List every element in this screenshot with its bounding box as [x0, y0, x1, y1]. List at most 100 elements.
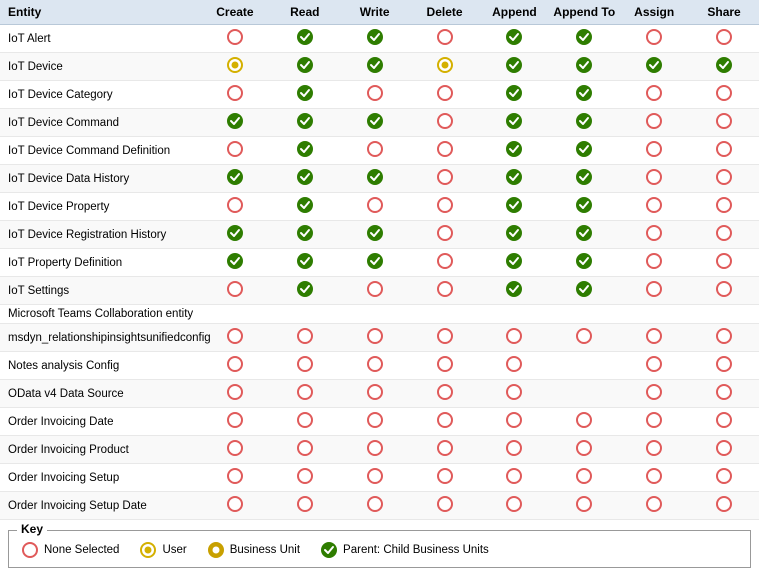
delete-cell[interactable]: [410, 436, 480, 464]
appendTo-cell[interactable]: [549, 324, 619, 352]
create-cell[interactable]: [200, 53, 270, 81]
appendTo-cell[interactable]: [549, 193, 619, 221]
assign-cell[interactable]: [619, 109, 689, 137]
create-cell[interactable]: [200, 380, 270, 408]
assign-cell[interactable]: [619, 352, 689, 380]
read-cell[interactable]: [270, 408, 340, 436]
appendTo-cell[interactable]: [549, 408, 619, 436]
assign-cell[interactable]: [619, 249, 689, 277]
delete-cell[interactable]: [410, 137, 480, 165]
write-cell[interactable]: [340, 380, 410, 408]
appendTo-cell[interactable]: [549, 25, 619, 53]
append-cell[interactable]: [480, 305, 550, 324]
read-cell[interactable]: [270, 464, 340, 492]
assign-cell[interactable]: [619, 408, 689, 436]
read-cell[interactable]: [270, 305, 340, 324]
assign-cell[interactable]: [619, 380, 689, 408]
appendTo-cell[interactable]: [549, 305, 619, 324]
create-cell[interactable]: [200, 193, 270, 221]
share-cell[interactable]: [689, 193, 759, 221]
create-cell[interactable]: [200, 81, 270, 109]
delete-cell[interactable]: [410, 193, 480, 221]
write-cell[interactable]: [340, 81, 410, 109]
read-cell[interactable]: [270, 324, 340, 352]
assign-cell[interactable]: [619, 53, 689, 81]
create-cell[interactable]: [200, 249, 270, 277]
delete-cell[interactable]: [410, 25, 480, 53]
assign-cell[interactable]: [619, 165, 689, 193]
delete-cell[interactable]: [410, 165, 480, 193]
create-cell[interactable]: [200, 165, 270, 193]
append-cell[interactable]: [480, 436, 550, 464]
append-cell[interactable]: [480, 380, 550, 408]
delete-cell[interactable]: [410, 277, 480, 305]
read-cell[interactable]: [270, 249, 340, 277]
appendTo-cell[interactable]: [549, 221, 619, 249]
assign-cell[interactable]: [619, 193, 689, 221]
appendTo-cell[interactable]: [549, 436, 619, 464]
delete-cell[interactable]: [410, 305, 480, 324]
write-cell[interactable]: [340, 408, 410, 436]
appendTo-cell[interactable]: [549, 277, 619, 305]
appendTo-cell[interactable]: [549, 464, 619, 492]
assign-cell[interactable]: [619, 137, 689, 165]
assign-cell[interactable]: [619, 464, 689, 492]
read-cell[interactable]: [270, 436, 340, 464]
write-cell[interactable]: [340, 436, 410, 464]
delete-cell[interactable]: [410, 81, 480, 109]
write-cell[interactable]: [340, 109, 410, 137]
delete-cell[interactable]: [410, 464, 480, 492]
share-cell[interactable]: [689, 277, 759, 305]
append-cell[interactable]: [480, 109, 550, 137]
append-cell[interactable]: [480, 464, 550, 492]
read-cell[interactable]: [270, 277, 340, 305]
append-cell[interactable]: [480, 81, 550, 109]
delete-cell[interactable]: [410, 109, 480, 137]
assign-cell[interactable]: [619, 324, 689, 352]
append-cell[interactable]: [480, 352, 550, 380]
share-cell[interactable]: [689, 305, 759, 324]
assign-cell[interactable]: [619, 277, 689, 305]
share-cell[interactable]: [689, 165, 759, 193]
read-cell[interactable]: [270, 193, 340, 221]
assign-cell[interactable]: [619, 25, 689, 53]
read-cell[interactable]: [270, 25, 340, 53]
append-cell[interactable]: [480, 25, 550, 53]
assign-cell[interactable]: [619, 305, 689, 324]
share-cell[interactable]: [689, 109, 759, 137]
read-cell[interactable]: [270, 137, 340, 165]
write-cell[interactable]: [340, 305, 410, 324]
share-cell[interactable]: [689, 408, 759, 436]
delete-cell[interactable]: [410, 492, 480, 520]
read-cell[interactable]: [270, 221, 340, 249]
appendTo-cell[interactable]: [549, 109, 619, 137]
assign-cell[interactable]: [619, 221, 689, 249]
share-cell[interactable]: [689, 436, 759, 464]
append-cell[interactable]: [480, 165, 550, 193]
create-cell[interactable]: [200, 408, 270, 436]
share-cell[interactable]: [689, 249, 759, 277]
read-cell[interactable]: [270, 109, 340, 137]
create-cell[interactable]: [200, 25, 270, 53]
appendTo-cell[interactable]: [549, 165, 619, 193]
appendTo-cell[interactable]: [549, 81, 619, 109]
write-cell[interactable]: [340, 492, 410, 520]
write-cell[interactable]: [340, 53, 410, 81]
create-cell[interactable]: [200, 436, 270, 464]
read-cell[interactable]: [270, 380, 340, 408]
share-cell[interactable]: [689, 53, 759, 81]
create-cell[interactable]: [200, 277, 270, 305]
appendTo-cell[interactable]: [549, 249, 619, 277]
assign-cell[interactable]: [619, 81, 689, 109]
append-cell[interactable]: [480, 492, 550, 520]
share-cell[interactable]: [689, 352, 759, 380]
delete-cell[interactable]: [410, 53, 480, 81]
delete-cell[interactable]: [410, 352, 480, 380]
write-cell[interactable]: [340, 277, 410, 305]
append-cell[interactable]: [480, 324, 550, 352]
read-cell[interactable]: [270, 53, 340, 81]
create-cell[interactable]: [200, 464, 270, 492]
appendTo-cell[interactable]: [549, 137, 619, 165]
append-cell[interactable]: [480, 137, 550, 165]
write-cell[interactable]: [340, 25, 410, 53]
